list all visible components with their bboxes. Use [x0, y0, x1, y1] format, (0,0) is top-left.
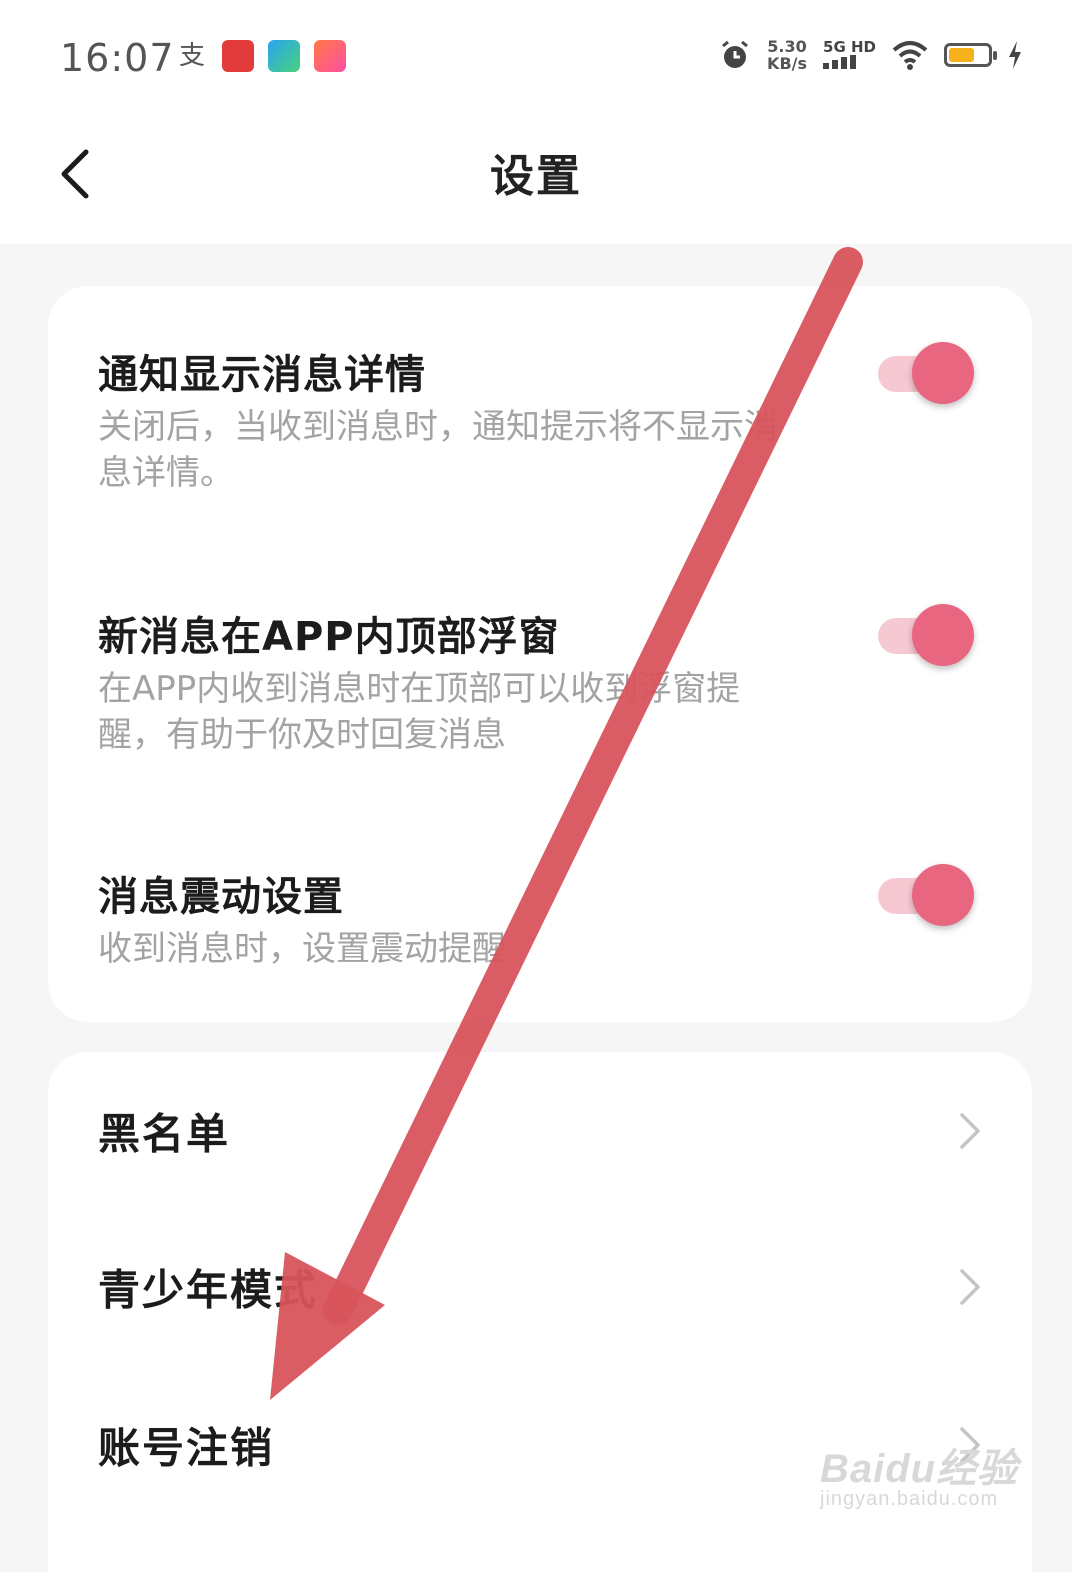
setting-title: 消息震动设置	[98, 874, 344, 920]
battery-icon	[944, 43, 997, 67]
top-bar: 16:07 支 5.30 KB/s 5G HD 设置	[0, 0, 1072, 244]
network-label: 5G HD	[823, 37, 876, 56]
app-orange-icon	[314, 40, 346, 72]
app-blue-icon	[268, 40, 300, 72]
status-time: 16:07	[60, 36, 175, 80]
watermark: Baidu经验 jingyan.baidu.com	[820, 1436, 1018, 1511]
signal-icon	[823, 54, 857, 69]
setting-description: 关闭后，当收到消息时，通知提示将不显示消息详情。	[98, 407, 778, 493]
setting-title: 通知显示消息详情	[98, 352, 426, 398]
setting-description: 收到消息时，设置震动提醒	[98, 929, 506, 969]
toggle-knob	[912, 864, 974, 926]
chevron-right-icon	[960, 1113, 980, 1149]
setting-vibration: 消息震动设置 收到消息时，设置震动提醒	[48, 806, 1032, 1022]
toggle-knob	[912, 604, 974, 666]
page-title: 设置	[490, 151, 582, 202]
charging-icon	[1009, 41, 1021, 69]
setting-title: 新消息在APP内顶部浮窗	[98, 614, 560, 660]
link-label: 青少年模式	[98, 1265, 319, 1315]
setting-description: 在APP内收到消息时在顶部可以收到浮窗提醒，有助于你及时回复消息	[98, 669, 741, 755]
alipay-icon: 支	[178, 41, 205, 71]
link-label: 账号注销	[98, 1423, 275, 1473]
net-speed-value: 5.30	[767, 37, 807, 56]
setting-in-app-banner: 新消息在APP内顶部浮窗 在APP内收到消息时在顶部可以收到浮窗提醒，有助于你及…	[48, 546, 1032, 806]
watermark-brand: Baidu经验	[820, 1447, 1019, 1491]
link-teen-mode[interactable]: 青少年模式	[48, 1212, 1032, 1362]
app-red-icon	[222, 40, 254, 72]
chevron-right-icon	[960, 1269, 980, 1305]
setting-notification-details: 通知显示消息详情 关闭后，当收到消息时，通知提示将不显示消息详情。	[48, 286, 1032, 546]
link-blacklist[interactable]: 黑名单	[48, 1056, 1032, 1206]
net-speed-unit: KB/s	[767, 54, 808, 73]
notification-icons: 支	[176, 40, 346, 72]
toggle-in-app-banner[interactable]	[878, 604, 974, 666]
link-label: 黑名单	[98, 1109, 231, 1159]
notification-settings-card: 通知显示消息详情 关闭后，当收到消息时，通知提示将不显示消息详情。 新消息在AP…	[48, 286, 1032, 1022]
net-speed: 5.30 KB/s	[767, 38, 807, 72]
toggle-notification-details[interactable]	[878, 342, 974, 404]
network-type: 5G HD	[823, 39, 876, 72]
battery-level	[949, 48, 975, 62]
wifi-icon	[892, 41, 928, 70]
status-right: 5.30 KB/s 5G HD	[719, 38, 1022, 72]
toggle-knob	[912, 342, 974, 404]
toggle-vibration[interactable]	[878, 864, 974, 926]
alarm-icon	[722, 40, 748, 68]
watermark-url: jingyan.baidu.com	[820, 1488, 999, 1510]
